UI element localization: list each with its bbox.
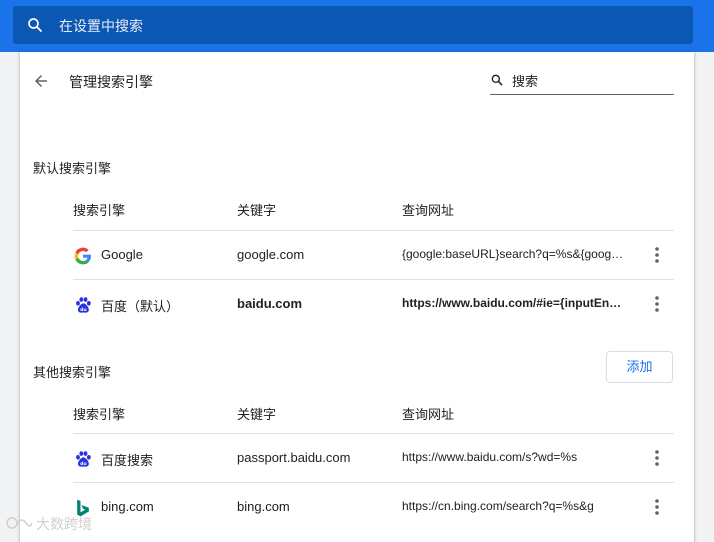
search-icon: [491, 74, 503, 86]
settings-search-box[interactable]: 在设置中搜索: [13, 6, 693, 44]
table-row: bing.com bing.com https://cn.bing.com/se…: [73, 482, 674, 532]
col-header-engine: 搜索引擎: [73, 407, 126, 422]
more-options-icon[interactable]: [647, 294, 667, 314]
add-engine-button[interactable]: 添加: [606, 351, 673, 383]
manage-search-engines-card: 管理搜索引擎 默认搜索引擎 搜索引擎 关键字 查询网址 Google googl…: [20, 52, 694, 542]
col-header-engine: 搜索引擎: [73, 203, 126, 218]
engine-url: https://www.baidu.com/s?wd=%s: [402, 450, 578, 464]
more-options-icon[interactable]: [647, 497, 667, 517]
page-title: 管理搜索引擎: [69, 74, 153, 90]
default-section-title: 默认搜索引擎: [33, 161, 112, 176]
engine-keyword: bing.com: [237, 499, 290, 514]
watermark-logo-icon: [6, 517, 32, 529]
engine-name: Google: [101, 247, 143, 262]
table-row: du 百度（默认） baidu.com https://www.baidu.co…: [73, 279, 674, 329]
more-options-icon[interactable]: [647, 245, 667, 265]
other-section-title: 其他搜索引擎: [33, 365, 112, 380]
svg-text:du: du: [80, 307, 87, 313]
col-header-url: 查询网址: [402, 407, 455, 422]
back-arrow-icon[interactable]: [32, 72, 50, 90]
engine-url: {google:baseURL}search?q=%s&{google:RLZ}: [402, 247, 624, 261]
settings-search-placeholder: 在设置中搜索: [59, 18, 143, 34]
engine-search-input[interactable]: [512, 70, 662, 92]
engine-search-field[interactable]: [490, 70, 674, 95]
engine-keyword: passport.baidu.com: [237, 450, 351, 465]
engine-keyword: google.com: [237, 247, 305, 262]
more-options-icon[interactable]: [647, 448, 667, 468]
table-row: Google google.com {google:baseURL}search…: [73, 230, 674, 280]
baidu-icon: du: [76, 297, 91, 313]
engine-url: https://www.baidu.com/#ie={inputEncoding…: [402, 296, 624, 310]
engine-name: bing.com: [101, 499, 154, 514]
engine-name: 百度（默认）: [101, 299, 180, 314]
svg-text:du: du: [80, 461, 87, 467]
table-row: du 百度搜索 passport.baidu.com https://www.b…: [73, 433, 674, 483]
engine-keyword: baidu.com: [237, 296, 303, 311]
watermark-text: 大数跨境: [36, 516, 92, 532]
search-icon: [28, 18, 42, 32]
col-header-keyword: 关键字: [237, 407, 277, 422]
google-icon: [74, 247, 91, 265]
top-bar: 在设置中搜索: [0, 0, 714, 52]
engine-url: https://cn.bing.com/search?q=%s&g: [402, 499, 594, 513]
col-header-keyword: 关键字: [237, 203, 277, 218]
baidu-icon: du: [76, 451, 91, 467]
engine-name: 百度搜索: [101, 453, 154, 468]
col-header-url: 查询网址: [402, 203, 455, 218]
